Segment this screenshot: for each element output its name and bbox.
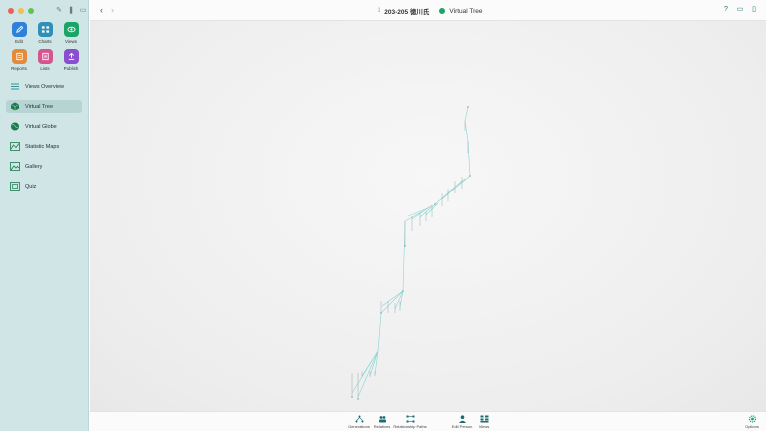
pin-icon: ⟟	[378, 7, 381, 14]
pencil-icon	[11, 22, 27, 37]
views-label: Views	[65, 39, 77, 44]
charts-icon	[37, 22, 53, 37]
tag-icon[interactable]: ✎	[55, 7, 63, 15]
relationship-paths-button[interactable]: Relationship Paths	[390, 415, 430, 429]
sidebar-item-virtual-globe[interactable]: Virtual Globe	[6, 120, 82, 133]
report-icon	[11, 49, 27, 64]
globe-icon	[10, 122, 20, 131]
app-window: ✎ ❚ ▭ Edit Charts Views Reports Lists Pu…	[0, 0, 766, 431]
toolbar: ‹ › ⟟ 203-205 徳川氏 Virtual Tree ? ▭ ▯	[90, 0, 766, 21]
charts-label: Charts	[38, 39, 52, 44]
publish-label: Publish	[63, 66, 79, 71]
list-lines-icon	[10, 82, 20, 91]
relationship-paths-icon	[406, 415, 415, 423]
reports-button[interactable]: Reports	[6, 49, 32, 71]
sidebar-item-label: Quiz	[25, 183, 37, 190]
sidebar-item-gallery[interactable]: Gallery	[6, 160, 82, 173]
relationship-paths-label: Relationship Paths	[393, 424, 427, 429]
sidebar-item-label: Virtual Tree	[25, 103, 54, 110]
bookmark-icon[interactable]: ❚	[67, 7, 75, 15]
minimize-window-button[interactable]	[18, 8, 24, 14]
inspector-toggle-icon[interactable]: ▯	[750, 6, 758, 14]
view-title: Virtual Tree	[449, 7, 483, 15]
eye-icon	[63, 22, 79, 37]
navigation-arrows: ‹ ›	[100, 5, 114, 16]
sidebar-item-virtual-tree[interactable]: Virtual Tree	[6, 100, 82, 113]
lists-button[interactable]: Lists	[32, 49, 58, 71]
forward-arrow-icon[interactable]: ›	[111, 5, 114, 16]
toolbar-right-tools: ? ▭ ▯	[722, 6, 758, 14]
relatives-label: Relatives	[373, 424, 391, 429]
publish-button[interactable]: Publish	[58, 49, 84, 71]
sidebar: ✎ ❚ ▭ Edit Charts Views Reports Lists Pu…	[0, 0, 89, 431]
lists-label: Lists	[40, 66, 50, 71]
quiz-icon	[10, 182, 20, 191]
sidebar-item-quiz[interactable]: Quiz	[6, 180, 82, 193]
zoom-window-button[interactable]	[28, 8, 34, 14]
sidebar-tools: ✎ ❚ ▭	[55, 7, 87, 15]
virtual-tree-canvas[interactable]	[90, 21, 766, 411]
map-icon	[10, 142, 20, 151]
list-icon	[37, 49, 53, 64]
photo-icon	[10, 162, 20, 171]
view-status-icon	[439, 8, 446, 14]
help-icon[interactable]: ?	[722, 6, 730, 14]
upload-icon	[63, 49, 79, 64]
sidebar-item-label: Gallery	[25, 163, 43, 170]
document-title: 203-205 徳川氏	[384, 9, 430, 16]
sidebar-item-views-overview[interactable]: Views Overview	[6, 80, 82, 93]
window-icon[interactable]: ▭	[736, 6, 744, 14]
back-arrow-icon[interactable]: ‹	[100, 5, 103, 16]
views-bottom-button[interactable]: Views	[464, 415, 504, 429]
sidebar-item-statistic-maps[interactable]: Statistic Maps	[6, 140, 82, 153]
sidebar-item-label: Statistic Maps	[25, 143, 60, 150]
bottom-toolbar: Generations Relatives Relationship Paths…	[90, 411, 766, 431]
views-button[interactable]: Views	[58, 22, 84, 44]
app-function-grid: Edit Charts Views Reports Lists Publish	[6, 22, 84, 71]
charts-button[interactable]: Charts	[32, 22, 58, 44]
views-bottom-label: Views	[478, 424, 490, 429]
relatives-icon	[378, 415, 387, 423]
window-title: ⟟ 203-205 徳川氏 Virtual Tree	[378, 6, 483, 17]
edit-button[interactable]: Edit	[6, 22, 32, 44]
reports-label: Reports	[11, 66, 27, 71]
close-window-button[interactable]	[8, 8, 14, 14]
gear-icon	[748, 415, 757, 423]
sidebar-item-label: Views Overview	[25, 83, 65, 90]
cube-icon	[10, 102, 20, 111]
options-label: Options	[745, 424, 759, 429]
edit-label: Edit	[15, 39, 23, 44]
window-controls	[8, 8, 34, 14]
virtual-tree-graphic	[351, 106, 471, 400]
sidebar-item-label: Virtual Globe	[25, 123, 57, 130]
sidebar-toggle-icon[interactable]: ▭	[79, 7, 87, 15]
views-icon	[480, 415, 489, 423]
sidebar-nav: Views Overview Virtual Tree Virtual Glob…	[6, 80, 82, 200]
options-button[interactable]: Options	[732, 415, 766, 429]
